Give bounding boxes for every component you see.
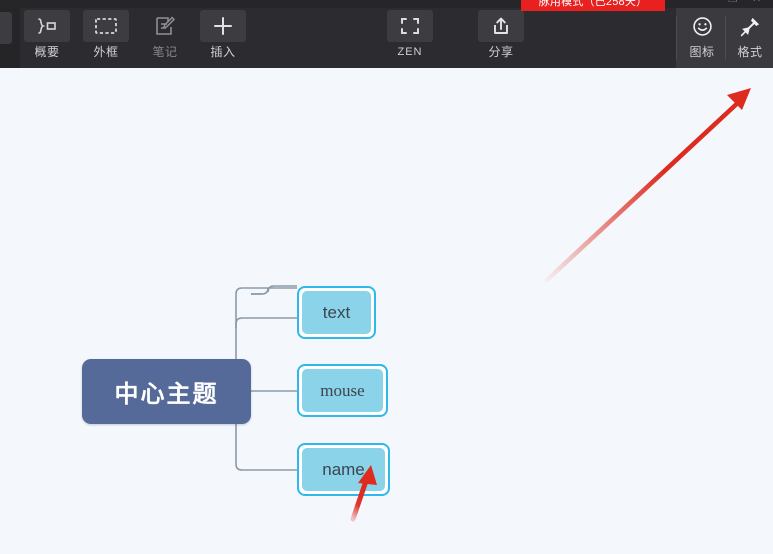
mindmap-node-name-fill: name <box>302 448 385 491</box>
mindmap-root-node[interactable]: 中心主题 <box>82 359 251 424</box>
boundary-dashed-icon <box>95 18 117 34</box>
plus-icon <box>213 16 233 36</box>
fullscreen-icon <box>400 17 420 35</box>
insert-label: 插入 <box>210 45 236 59</box>
share-label: 分享 <box>488 45 514 59</box>
outline-icon <box>35 17 59 35</box>
mindmap-root-label: 中心主题 <box>114 381 219 408</box>
minimize-button[interactable]: – <box>706 0 712 5</box>
close-button[interactable]: ✕ <box>752 0 761 5</box>
toolbar-item-zen[interactable]: ZEN <box>383 10 437 59</box>
zen-button[interactable] <box>387 10 433 42</box>
boundary-button[interactable] <box>83 10 129 42</box>
insert-button[interactable] <box>200 10 246 42</box>
mindmap-node-mouse[interactable]: mouse <box>297 364 388 417</box>
mindmap-node-mouse-fill: mouse <box>302 369 383 412</box>
maximize-button[interactable]: ❐ <box>728 0 738 5</box>
note-edit-icon <box>154 16 176 36</box>
mindmap-node-name[interactable]: name <box>297 443 390 496</box>
note-label: 笔记 <box>152 45 178 59</box>
mindmap-node-name-label: name <box>322 459 365 479</box>
icon-panel-button[interactable] <box>682 10 722 42</box>
share-upload-icon <box>491 16 511 36</box>
format-panel-button[interactable] <box>730 10 770 42</box>
toolbar-item-icon-panel[interactable]: 图标 <box>679 10 725 59</box>
main-toolbar: 概要 外框 笔记 插入 ZEN 分享 图标 格式 <box>0 8 773 68</box>
mindmap-canvas[interactable]: 中心主题 text mouse name <box>0 68 773 554</box>
outline-label: 概要 <box>34 45 60 59</box>
toolbar-item-share[interactable]: 分享 <box>474 10 528 59</box>
trial-mode-banner[interactable]: 脉用模式（已258天） <box>521 0 665 11</box>
toolbar-item-boundary[interactable]: 外框 <box>79 10 133 59</box>
mindmap-node-text[interactable]: text <box>297 286 376 339</box>
format-panel-label: 格式 <box>737 45 763 59</box>
toolbar-item-note[interactable]: 笔记 <box>138 10 192 59</box>
outline-button[interactable] <box>24 10 70 42</box>
boundary-label: 外框 <box>93 45 119 59</box>
mindmap-node-text-label: text <box>322 302 351 322</box>
toolbar-item-format-panel[interactable]: 格式 <box>727 10 773 59</box>
toolbar-item-insert[interactable]: 插入 <box>196 10 250 59</box>
mindmap-node-mouse-label: mouse <box>320 380 365 400</box>
icon-panel-label: 图标 <box>689 45 715 59</box>
mindmap-application-window: – ❐ ✕ 脉用模式（已258天） 概要 <box>0 0 773 554</box>
toolbar-divider-left <box>676 16 677 60</box>
toolbar-divider-mid <box>725 16 726 60</box>
arrow-to-format-button <box>544 88 751 283</box>
smiley-icon <box>692 16 713 37</box>
pin-icon <box>740 16 761 37</box>
note-button[interactable] <box>142 10 188 42</box>
toolbar-item-outline[interactable]: 概要 <box>20 10 74 59</box>
mindmap-node-text-fill: text <box>302 291 371 334</box>
zen-label: ZEN <box>397 46 423 58</box>
share-button[interactable] <box>478 10 524 42</box>
toolbar-partial-button[interactable] <box>0 12 12 44</box>
